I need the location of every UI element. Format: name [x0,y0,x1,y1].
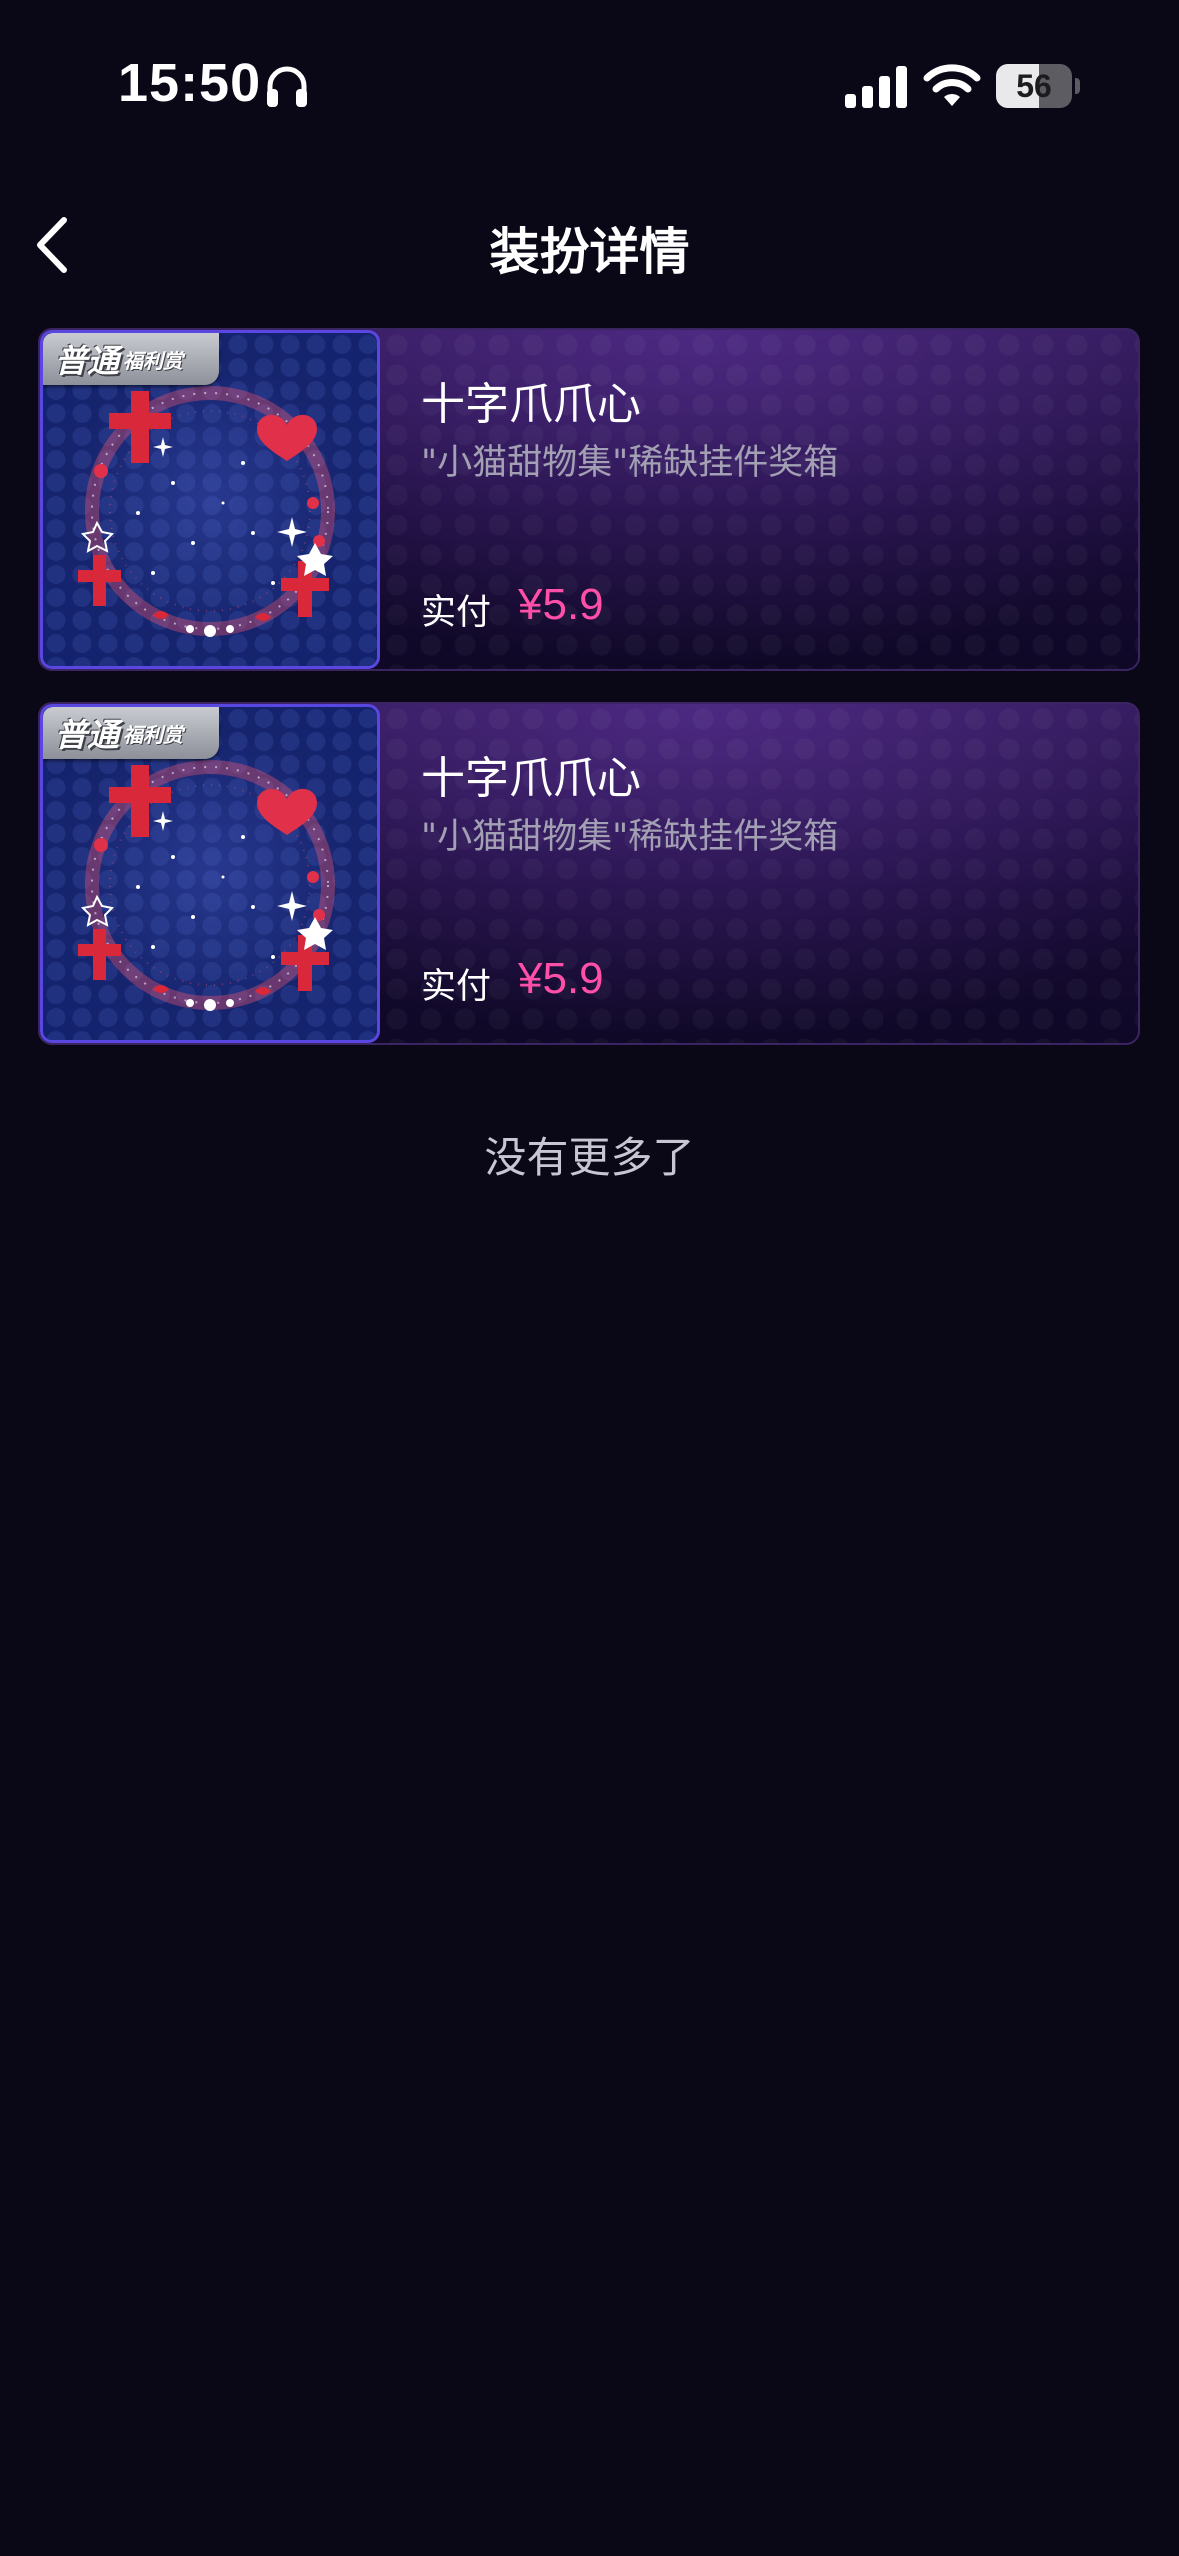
item-description: "小猫甜物集"稀缺挂件奖箱 [421,443,839,483]
list-item[interactable]: 普通 福利赏 十字爪爪心 "小猫甜物集"稀缺挂件奖箱 实付 ¥5.9 [38,328,1140,671]
nav-bar: 装扮详情 [0,190,1179,300]
item-price: ¥5.9 [518,954,604,1003]
page-title: 装扮详情 [489,223,690,281]
status-bar: 15:50 56 [0,0,1179,150]
item-list: 普通 福利赏 十字爪爪心 "小猫甜物集"稀缺挂件奖箱 实付 ¥5.9 普通 福利… [38,328,1140,1076]
tier-badge: 普通 福利赏 [43,707,219,759]
list-item[interactable]: 普通 福利赏 十字爪爪心 "小猫甜物集"稀缺挂件奖箱 实付 ¥5.9 [38,702,1140,1045]
tier-badge: 普通 福利赏 [43,333,219,385]
battery-level: 56 [1016,68,1052,104]
item-description: "小猫甜物集"稀缺挂件奖箱 [421,817,839,857]
wifi-icon [923,64,981,106]
item-name: 十字爪爪心 [421,753,641,804]
pay-label: 实付 [421,593,492,633]
end-of-list-text: 没有更多了 [484,1133,695,1182]
item-name: 十字爪爪心 [421,379,641,430]
battery-icon: 56 [996,64,1080,108]
status-time: 15:50 [118,53,262,113]
pay-label: 实付 [421,967,492,1007]
cellular-signal-icon [845,66,907,108]
headphones-icon [267,66,307,107]
item-thumbnail: 普通 福利赏 [40,704,380,1043]
item-thumbnail: 普通 福利赏 [40,330,380,669]
screen: 15:50 56 装扮详情 普通 福利赏 十字爪爪心 "小猫甜物集"稀缺挂件奖箱… [0,0,1179,2556]
item-price: ¥5.9 [518,580,604,629]
